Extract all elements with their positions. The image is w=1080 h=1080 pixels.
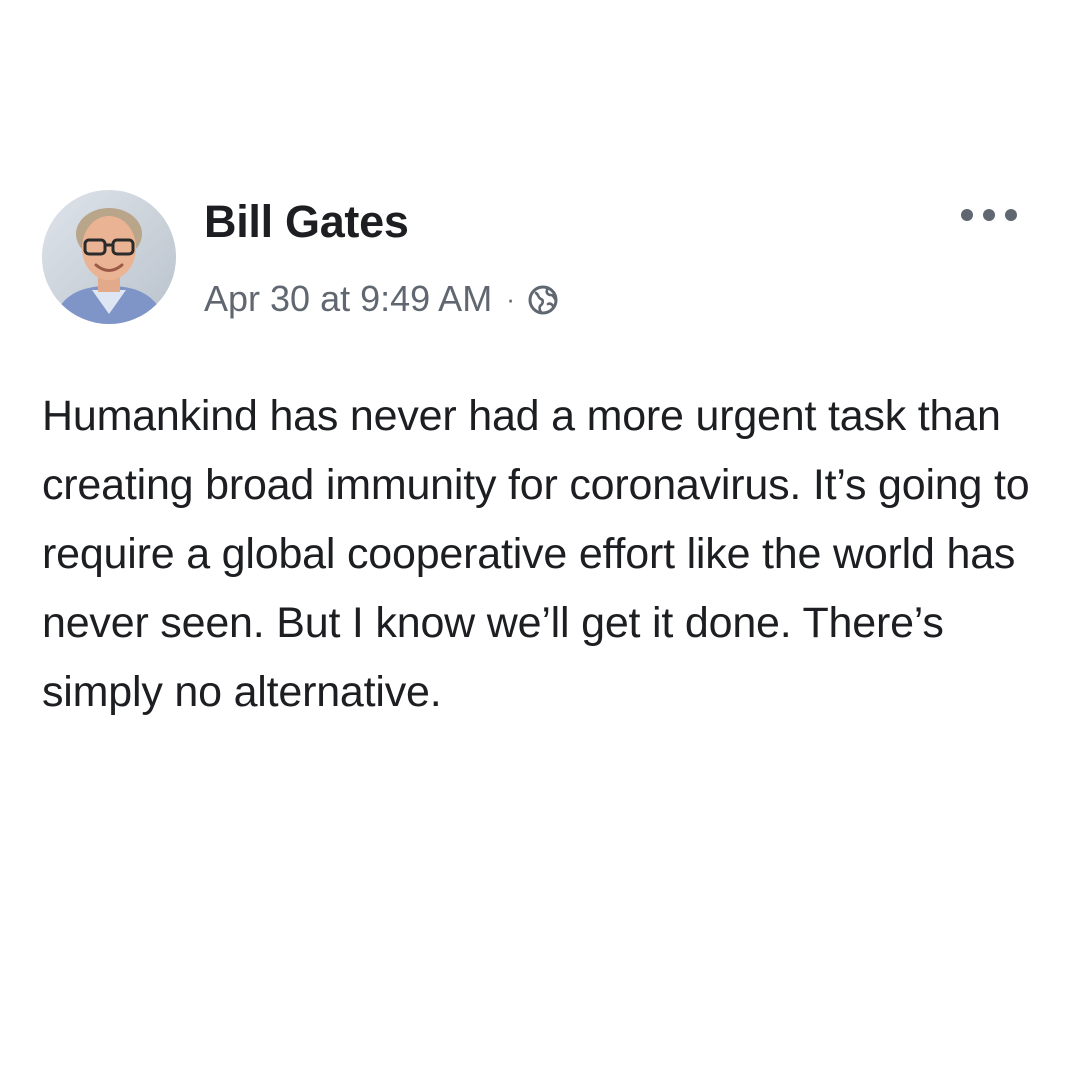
post-timestamp[interactable]: Apr 30 at 9:49 AM (204, 278, 492, 320)
facebook-post: Bill Gates Apr 30 at 9:49 AM · Humankind… (0, 0, 1080, 1080)
profile-photo-icon (42, 190, 176, 324)
author-avatar[interactable] (42, 190, 176, 324)
more-options-button[interactable] (956, 200, 1022, 230)
globe-icon[interactable] (527, 283, 559, 315)
more-options-icon (961, 209, 1017, 221)
meta-separator: · (506, 283, 515, 314)
author-name[interactable]: Bill Gates (204, 196, 409, 248)
post-meta: Apr 30 at 9:49 AM · (204, 276, 559, 322)
post-text: Humankind has never had a more urgent ta… (42, 392, 1030, 716)
